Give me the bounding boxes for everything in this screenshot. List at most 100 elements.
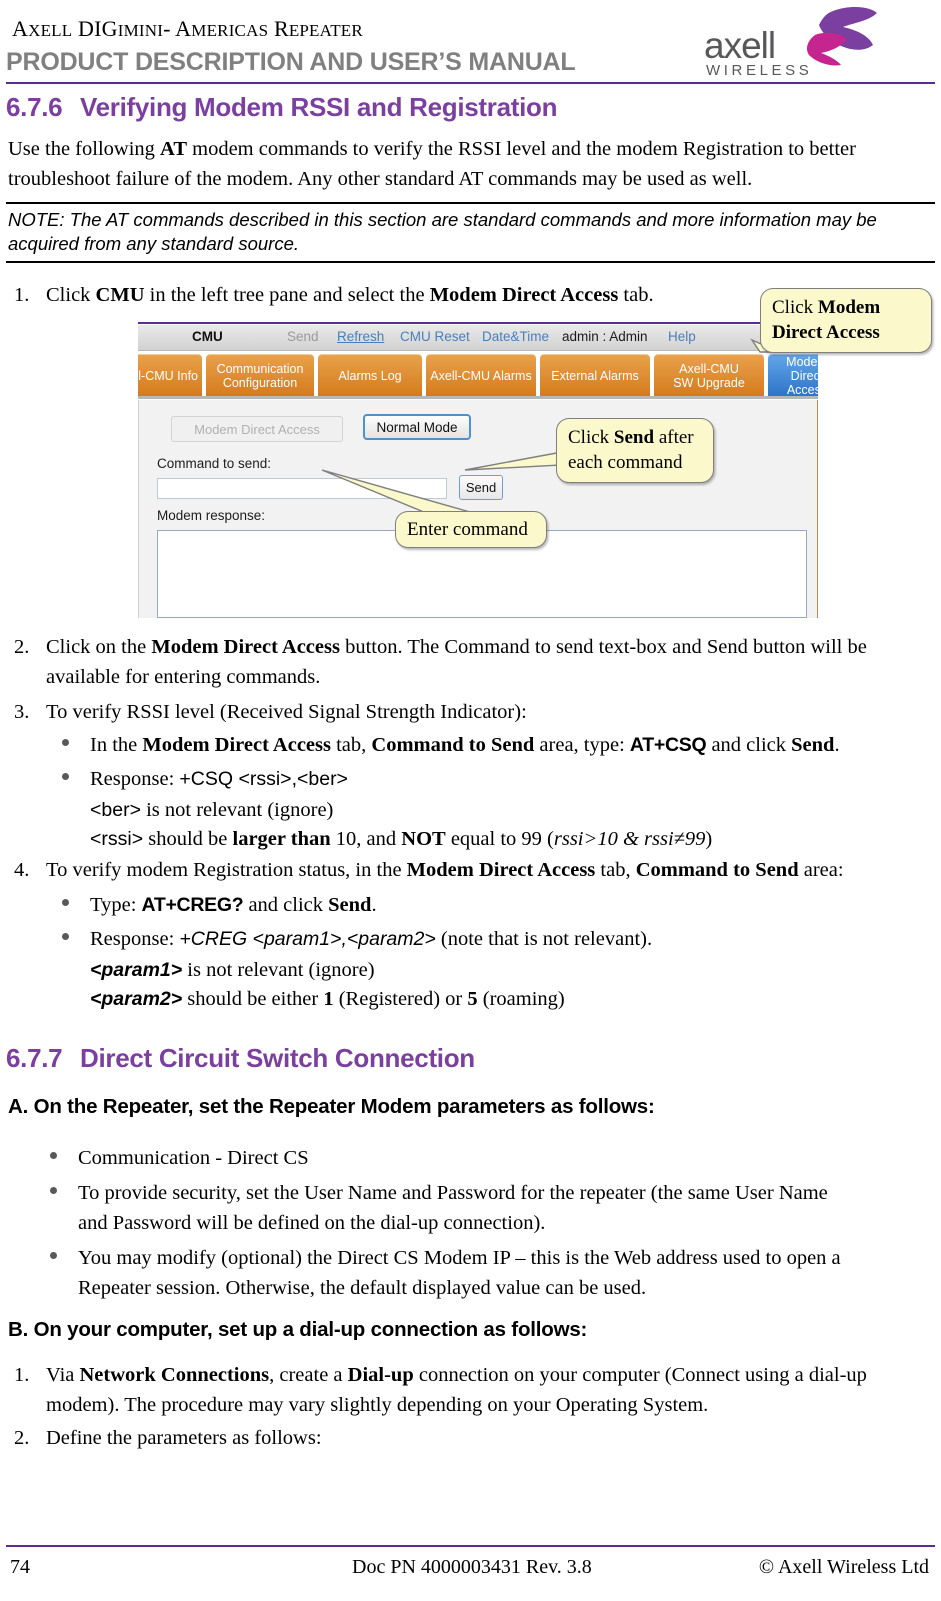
step-2: 2. Click on the Modem Direct Access butt…: [14, 632, 932, 692]
s3b1-g: and click: [706, 734, 792, 756]
step-3-sub-2: <rssi> should be larger than 10, and NOT…: [90, 824, 940, 854]
footer-divider: [6, 1545, 935, 1547]
s3s2-a: <rssi>: [90, 828, 144, 850]
step-4-sub-1: <param1> is not relevant (ignore): [90, 955, 940, 985]
part-a-bullet-2: To provide security, set the User Name a…: [50, 1178, 850, 1238]
footer-copyright: © Axell Wireless Ltd: [758, 1556, 929, 1578]
step-4-marker: 4.: [14, 859, 30, 881]
s3b1-b: Modem Direct Access: [142, 734, 331, 756]
part-a-bullet-2-body: To provide security, set the User Name a…: [78, 1182, 828, 1234]
s3b1-d: Command to Send: [371, 734, 535, 756]
bullet-dot-icon: [50, 1187, 57, 1194]
callout-click-modem-direct-access: Click Modem Direct Access: [760, 288, 932, 353]
step-4-bullet-2: Response: +CREG <param1>,<param2> (note …: [62, 924, 932, 954]
s3s2-e: NOT: [401, 828, 446, 850]
pb1-a: Via: [46, 1364, 80, 1386]
s3s2-g: rssi>10 & rssi≠99: [553, 828, 706, 850]
s3b1-a: In the: [90, 734, 143, 756]
s3s2-c: larger than: [232, 828, 331, 850]
s4b1-d: Send: [328, 894, 372, 916]
s3s2-f: equal to 99 (: [445, 828, 554, 850]
part-b-heading: B. On your computer, set up a dial-up co…: [8, 1318, 588, 1341]
s4b1-e: .: [371, 894, 377, 916]
pb1-c: , create a: [269, 1364, 348, 1386]
section-title-677: Direct Circuit Switch Connection: [80, 1043, 475, 1073]
s3b1-i: .: [834, 734, 840, 756]
bullet-dot-icon: [62, 933, 69, 940]
step-3-body: To verify RSSI level (Received Signal St…: [46, 701, 527, 723]
step-3-sub-1: <ber> is not relevant (ignore): [90, 795, 940, 825]
section-heading-677: 6.7.7 Direct Circuit Switch Connection: [6, 1043, 475, 1074]
bullet-dot-icon: [62, 739, 69, 746]
step-4: 4. To verify modem Registration status, …: [14, 855, 939, 885]
step-3-bullet-2: Response: +CSQ <rssi>,<ber>: [62, 764, 932, 794]
step-4-bullet-1: Type: AT+CREG? and click Send.: [62, 890, 932, 920]
part-b-step-1-marker: 1.: [14, 1364, 30, 1386]
s4s2-e: 5: [467, 988, 478, 1010]
step-3-marker: 3.: [14, 701, 30, 723]
part-b-step-2-body: Define the parameters as follows:: [46, 1427, 322, 1449]
s3b1-c: tab,: [330, 734, 372, 756]
part-a-bullet-1-body: Communication - Direct CS: [78, 1147, 309, 1169]
bullet-dot-icon: [50, 1152, 57, 1159]
pb1-b: Network Connections: [79, 1364, 270, 1386]
part-b-step-2: 2. Define the parameters as follows:: [14, 1423, 914, 1453]
s4-a: To verify modem Registration status, in …: [46, 859, 407, 881]
footer-page-number: 74: [10, 1556, 30, 1578]
s4b2-a: Response:: [90, 928, 180, 950]
s4b1-cmd: AT+CREG?: [141, 894, 244, 916]
step-3-bullet-1-body: In the Modem Direct Access tab, Command …: [90, 730, 932, 760]
part-a-bullet-1: Communication - Direct CS: [50, 1143, 930, 1173]
step-4-bullet-2-body: Response: +CREG <param1>,<param2> (note …: [90, 924, 932, 954]
s4-b: Modem Direct Access: [406, 859, 596, 881]
s4s2-b: should be either: [182, 988, 324, 1010]
part-a-bullet-3: You may modify (optional) the Direct CS …: [50, 1243, 850, 1303]
s3b1-h: Send: [791, 734, 835, 756]
s4s2-a: <param2>: [90, 988, 183, 1010]
bullet-dot-icon: [50, 1252, 57, 1259]
step-3-bullet-1: In the Modem Direct Access tab, Command …: [62, 730, 932, 760]
s4s2-c: 1: [323, 988, 334, 1010]
callout2-a: Click: [568, 427, 614, 448]
s4s1-a: <param1>: [90, 959, 183, 981]
callout2-b: Send: [613, 427, 655, 448]
s3s1-b: is not relevant (ignore): [140, 799, 334, 821]
part-b-step-1-body: Via Network Connections, create a Dial-u…: [46, 1360, 939, 1420]
step-4-body: To verify modem Registration status, in …: [46, 855, 939, 885]
callout3-text: Enter command: [407, 519, 528, 540]
s4s2-d: (Registered) or: [333, 988, 468, 1010]
callout1-a: Click: [772, 297, 818, 318]
bullet-dot-icon: [62, 773, 69, 780]
s3s2-b: should be: [143, 828, 233, 850]
s4s1-b: is not relevant (ignore): [182, 959, 375, 981]
footer-doc-id: Doc PN 4000003431 Rev. 3.8: [352, 1556, 592, 1578]
s3b1-e: area, type:: [534, 734, 630, 756]
s3s1-a: <ber>: [90, 799, 141, 821]
bullet-dot-icon: [62, 899, 69, 906]
s4b2-c: (note that is not relevant).: [435, 928, 653, 950]
s4-c: tab,: [595, 859, 636, 881]
step-4-bullet-1-body: Type: AT+CREG? and click Send.: [90, 890, 932, 920]
s4s2-f: (roaming): [477, 988, 565, 1010]
step-3-bullet-2-body: Response: +CSQ <rssi>,<ber>: [90, 764, 932, 794]
pb1-d: Dial-up: [347, 1364, 414, 1386]
s3b1-cmd: AT+CSQ: [629, 734, 707, 756]
s4b1-c: and click: [243, 894, 329, 916]
s3s2-d: 10, and: [330, 828, 402, 850]
section-number-677: 6.7.7: [6, 1043, 63, 1073]
s4-e: area:: [798, 859, 844, 881]
part-b-step-1: 1. Via Network Connections, create a Dia…: [14, 1360, 939, 1420]
s3b2-resp: +CSQ <rssi>,<ber>: [179, 768, 348, 790]
s3b2-a: Response:: [90, 768, 180, 790]
s4-d: Command to Send: [635, 859, 799, 881]
step-4-sub-2: <param2> should be either 1 (Registered)…: [90, 984, 940, 1014]
s4b2-resp: +CREG <param1>,<param2>: [179, 928, 436, 950]
document-page: AXELL DIGIMINI- AMERICAS REPEATER PRODUC…: [0, 0, 941, 1601]
callout-click-send: Click Send after each command: [556, 418, 714, 483]
step-2-body: Click on the Modem Direct Access button.…: [46, 632, 932, 692]
part-a-bullet-3-body: You may modify (optional) the Direct CS …: [78, 1247, 841, 1299]
callout-enter-command: Enter command: [395, 511, 547, 548]
s3s2-h: ): [705, 828, 713, 850]
s4b1-a: Type:: [90, 894, 142, 916]
part-a-heading: A. On the Repeater, set the Repeater Mod…: [8, 1095, 655, 1118]
